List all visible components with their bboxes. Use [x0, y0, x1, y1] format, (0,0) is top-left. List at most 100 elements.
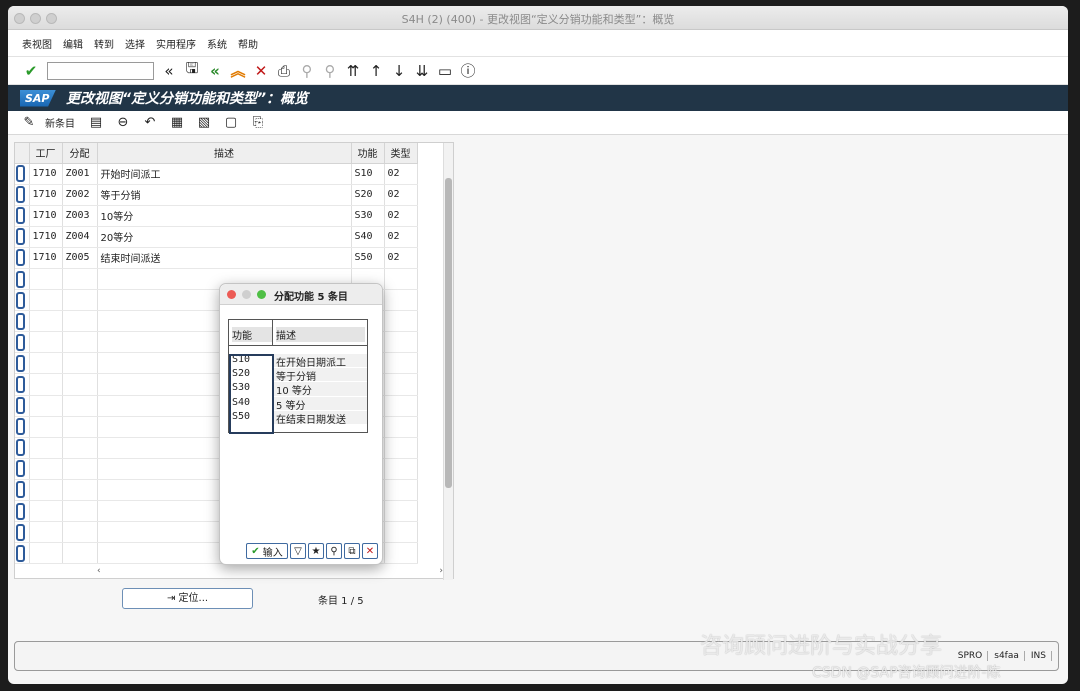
row-selector[interactable]	[15, 163, 30, 185]
cell-plant[interactable]	[29, 437, 63, 459]
cell-type[interactable]	[384, 331, 418, 354]
cell-type[interactable]	[384, 373, 418, 396]
cell-desc[interactable]: 20等分	[97, 226, 352, 248]
row-select-box[interactable]	[16, 523, 25, 541]
row-selector[interactable]	[15, 458, 30, 480]
cell-assign[interactable]	[62, 416, 98, 438]
row-select-box[interactable]	[16, 354, 25, 372]
cell-plant[interactable]	[29, 352, 63, 375]
select-all-icon[interactable]: ▦	[166, 113, 188, 133]
cell-type[interactable]	[384, 310, 418, 333]
row-select-box[interactable]	[16, 165, 25, 183]
cell-plant[interactable]	[29, 458, 63, 480]
row-select-box[interactable]	[16, 207, 25, 225]
row-selector[interactable]	[15, 479, 30, 502]
row-selector[interactable]	[15, 373, 30, 396]
cell-plant[interactable]: 1710	[29, 247, 63, 269]
print-icon[interactable]: ⎙	[273, 61, 295, 81]
row-select-box[interactable]	[16, 291, 25, 309]
column-header-desc[interactable]: 描述	[97, 143, 352, 164]
cell-type[interactable]	[384, 521, 418, 544]
cell-func[interactable]: S20	[351, 184, 385, 206]
menu-item-help[interactable]: 帮助	[238, 36, 258, 51]
cell-assign[interactable]: Z005	[62, 247, 98, 269]
popup-close-icon[interactable]	[227, 290, 236, 299]
cell-assign[interactable]	[62, 542, 98, 565]
display-change-icon[interactable]: ✎	[18, 113, 40, 133]
menu-item-table-view[interactable]: 表视图	[22, 36, 52, 51]
filter-icon[interactable]: ▽	[290, 543, 306, 559]
cell-assign[interactable]	[62, 310, 98, 333]
cell-plant[interactable]: 1710	[29, 226, 63, 248]
popup-cancel-icon[interactable]: ✕	[362, 543, 378, 559]
row-selector[interactable]	[15, 247, 30, 269]
previous-page-icon[interactable]: ↑	[365, 61, 387, 81]
cell-plant[interactable]: 1710	[29, 205, 63, 227]
cell-assign[interactable]	[62, 373, 98, 396]
last-page-icon[interactable]: ⇊	[411, 61, 433, 81]
horizontal-scrollbar[interactable]: ‹ ›	[97, 566, 443, 578]
find-icon[interactable]: ⚲	[296, 61, 318, 81]
vertical-scrollbar[interactable]	[443, 143, 453, 580]
select-column-header[interactable]	[15, 143, 30, 164]
cell-func[interactable]: S50	[351, 247, 385, 269]
row-select-box[interactable]	[16, 439, 25, 457]
cell-desc[interactable]: 10等分	[97, 205, 352, 227]
row-selector[interactable]	[15, 205, 30, 227]
cell-type[interactable]	[384, 500, 418, 523]
row-selector[interactable]	[15, 542, 30, 565]
popup-minimize-icon[interactable]	[242, 290, 251, 299]
copy-as-icon[interactable]: ▤	[85, 113, 107, 133]
deselect-all-icon[interactable]: ▢	[220, 113, 242, 133]
collapse-command-icon[interactable]: «	[158, 61, 180, 81]
exit-icon[interactable]: ︽	[227, 61, 249, 81]
cell-plant[interactable]	[29, 289, 63, 312]
command-field[interactable]	[47, 61, 154, 80]
row-selector[interactable]	[15, 500, 30, 523]
cell-type[interactable]	[384, 416, 418, 438]
row-selector[interactable]	[15, 395, 30, 417]
cell-type[interactable]	[384, 268, 418, 291]
cell-type[interactable]: 02	[384, 163, 418, 185]
search-icon[interactable]: ⚲	[326, 543, 342, 559]
scroll-thumb[interactable]	[445, 178, 452, 488]
row-select-box[interactable]	[16, 270, 25, 288]
scroll-left-icon[interactable]: ‹	[97, 566, 101, 576]
row-selector[interactable]	[15, 352, 30, 375]
row-select-box[interactable]	[16, 375, 25, 393]
cell-type[interactable]: 02	[384, 226, 418, 248]
row-select-box[interactable]	[16, 502, 25, 520]
cell-type[interactable]	[384, 458, 418, 480]
row-select-box[interactable]	[16, 228, 25, 246]
menu-item-goto[interactable]: 转到	[94, 36, 114, 51]
cell-type[interactable]	[384, 289, 418, 312]
row-select-box[interactable]	[16, 249, 25, 267]
cell-assign[interactable]	[62, 479, 98, 502]
popup-zoom-icon[interactable]	[257, 290, 266, 299]
cell-assign[interactable]	[62, 268, 98, 291]
cell-plant[interactable]	[29, 521, 63, 544]
column-header-plant[interactable]: 工厂	[29, 143, 63, 164]
popup-enter-button[interactable]: ✔ 输入	[246, 543, 288, 559]
cell-plant[interactable]	[29, 542, 63, 565]
cell-plant[interactable]	[29, 479, 63, 502]
popup-column-func[interactable]: 功能	[232, 327, 272, 342]
cell-type[interactable]	[384, 437, 418, 459]
cell-type[interactable]: 02	[384, 184, 418, 206]
cell-desc[interactable]: 开始时间派工	[97, 163, 352, 185]
first-page-icon[interactable]: ⇈	[342, 61, 364, 81]
delete-icon[interactable]: ⊖	[112, 113, 134, 133]
transport-icon[interactable]: ⎘	[247, 113, 269, 133]
row-selector[interactable]	[15, 331, 30, 354]
cell-func[interactable]: S30	[351, 205, 385, 227]
row-select-box[interactable]	[16, 397, 25, 415]
column-header-type[interactable]: 类型	[384, 143, 418, 164]
row-select-box[interactable]	[16, 418, 25, 436]
select-block-icon[interactable]: ▧	[193, 113, 215, 133]
cell-plant[interactable]	[29, 331, 63, 354]
row-selector[interactable]	[15, 416, 30, 438]
menu-item-selection[interactable]: 选择	[125, 36, 145, 51]
cell-assign[interactable]	[62, 458, 98, 480]
row-selector[interactable]	[15, 437, 30, 459]
next-page-icon[interactable]: ↓	[388, 61, 410, 81]
